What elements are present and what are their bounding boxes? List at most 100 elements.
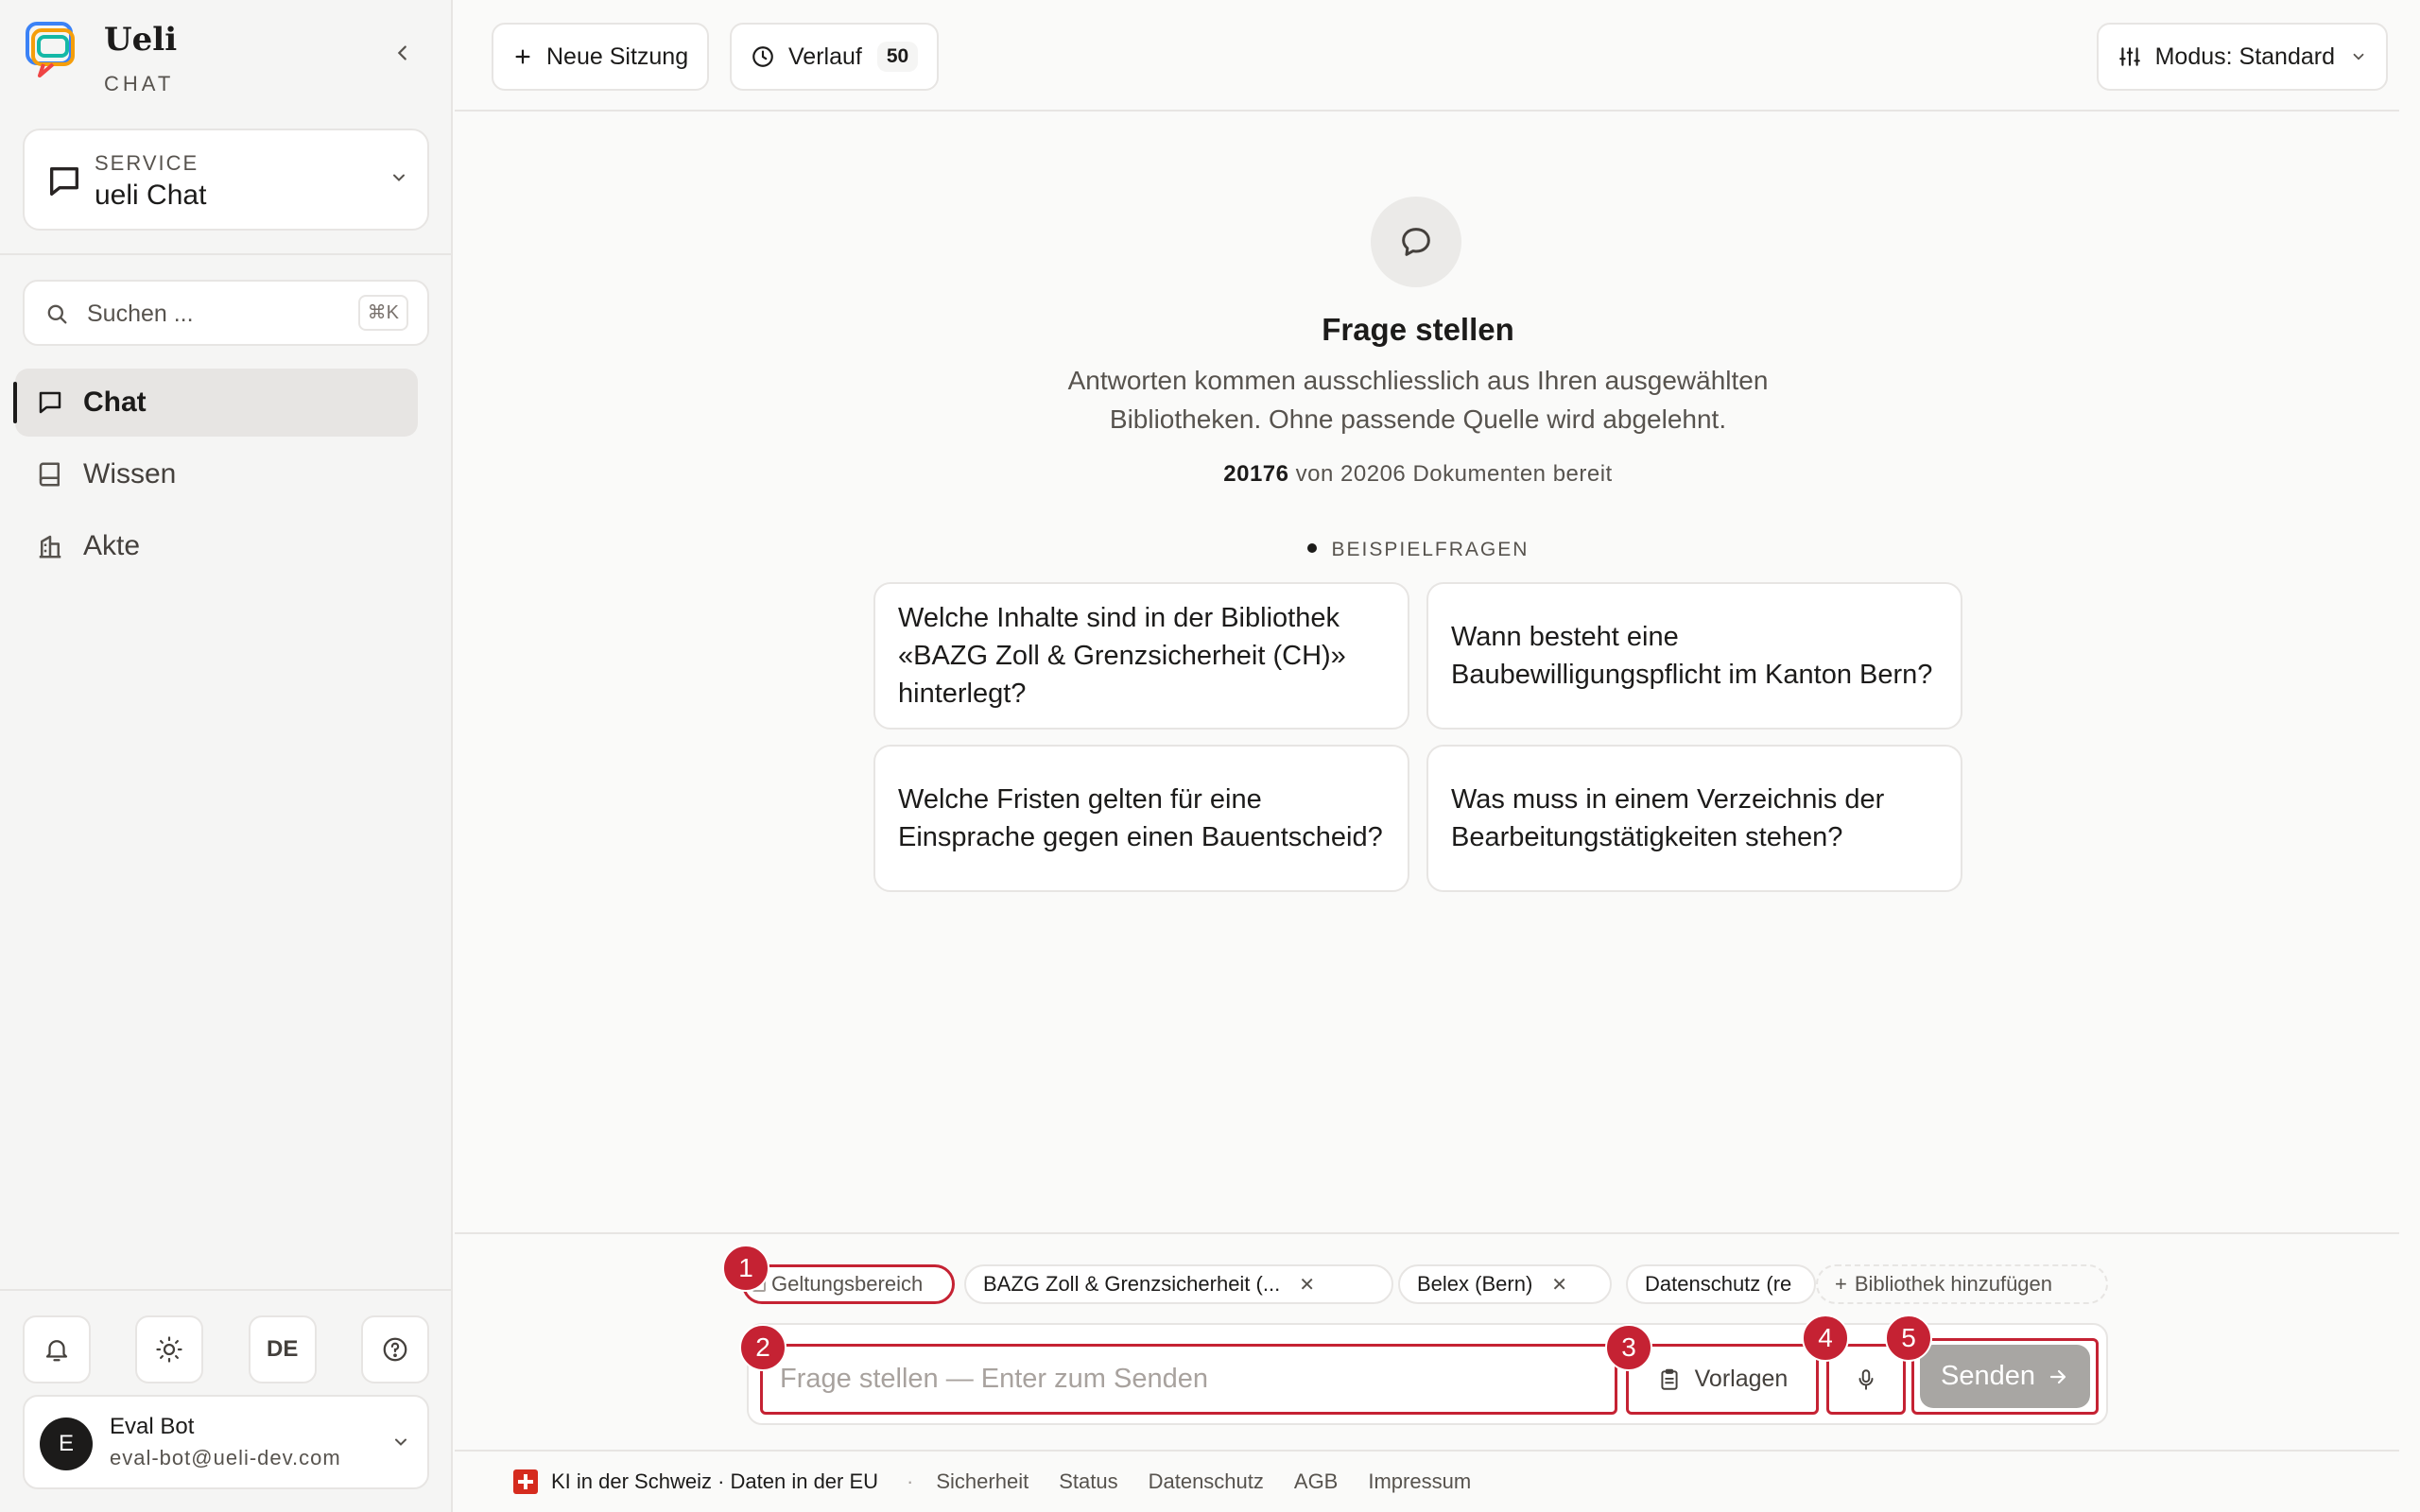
nav-item-label: Chat	[83, 387, 147, 418]
clock-icon	[751, 44, 775, 69]
search-shortcut: ⌘K	[357, 295, 408, 331]
theme-toggle-button[interactable]	[135, 1315, 204, 1383]
library-chip[interactable]: Datenschutz (re	[1626, 1264, 1816, 1304]
nav-item-chat[interactable]: Chat	[13, 369, 418, 437]
templates-label: Vorlagen	[1694, 1366, 1789, 1392]
user-menu[interactable]: E Eval Bot eval-bot@ueli-dev.com	[23, 1395, 429, 1489]
templates-button[interactable]: Vorlagen	[1626, 1344, 1819, 1415]
chevron-down-icon	[393, 174, 405, 181]
example-questions: Welche Inhalte sind in der Bibliothek «B…	[873, 582, 1962, 892]
mode-selector[interactable]: Modus: Standard	[2096, 23, 2388, 91]
user-email: eval-bot@ueli-dev.com	[110, 1446, 341, 1469]
question-input[interactable]	[780, 1362, 1593, 1396]
sun-icon	[156, 1336, 182, 1363]
remove-library-icon[interactable]: ✕	[1299, 1273, 1315, 1297]
notifications-button[interactable]	[23, 1315, 91, 1383]
chat-bubble-icon	[1371, 197, 1461, 287]
history-count-badge: 50	[876, 42, 919, 72]
annotation-marker-1: 1	[722, 1245, 769, 1292]
library-chip-label: BAZG Zoll & Grenzsicherheit (...	[983, 1272, 1281, 1296]
scope-chip[interactable]: Geltungsbereich	[742, 1264, 955, 1304]
service-selector[interactable]: SERVICE ueli Chat	[23, 129, 429, 231]
bullet-dot	[1306, 543, 1317, 553]
data-location-note: KI in der Schweiz · Daten in der EU	[551, 1469, 879, 1493]
send-button-frame: Senden	[1911, 1338, 2099, 1415]
new-session-label: Neue Sitzung	[546, 43, 689, 70]
divider	[455, 1232, 2399, 1234]
document-ready-count: 20176 von 20206 Dokumenten bereit	[945, 461, 1891, 488]
history-button[interactable]: Verlauf 50	[730, 23, 940, 91]
divider	[455, 1450, 2399, 1452]
plus-icon	[512, 46, 533, 67]
sliders-icon	[2118, 44, 2142, 69]
library-chips: Geltungsbereich BAZG Zoll & Grenzsicherh…	[742, 1264, 2108, 1304]
library-chip[interactable]: BAZG Zoll & Grenzsicherheit (... ✕	[964, 1264, 1393, 1304]
add-library-label: Bibliothek hinzufügen	[1854, 1272, 2053, 1296]
question-field[interactable]	[760, 1344, 1617, 1415]
search-icon	[47, 304, 67, 324]
annotation-marker-5: 5	[1885, 1314, 1932, 1362]
chevron-down-icon	[2350, 48, 2367, 65]
ready-count-number: 20176	[1223, 461, 1289, 487]
bell-icon	[45, 1340, 68, 1362]
arrow-right-icon	[2047, 1366, 2069, 1388]
microphone-icon	[1858, 1368, 1874, 1390]
example-question-card[interactable]: Was muss in einem Verzeichnis der Bearbe…	[1426, 745, 1962, 892]
plus-icon: +	[1835, 1272, 1847, 1296]
swiss-flag-icon	[513, 1469, 538, 1494]
annotation-marker-4: 4	[1802, 1314, 1849, 1362]
language-button[interactable]: DE	[248, 1315, 317, 1383]
example-question-card[interactable]: Welche Inhalte sind in der Bibliothek «B…	[873, 582, 1409, 730]
service-value: ueli Chat	[95, 180, 207, 211]
separator: ·	[907, 1469, 914, 1493]
brand-subtitle: CHAT	[104, 72, 175, 95]
example-question-card[interactable]: Welche Fristen gelten für eine Einsprach…	[873, 745, 1409, 892]
user-name: Eval Bot	[110, 1414, 195, 1439]
nav-item-label: Akte	[83, 530, 141, 561]
scope-label: Geltungsbereich	[771, 1272, 924, 1296]
remove-library-icon[interactable]: ✕	[1551, 1273, 1567, 1297]
nav-item-label: Wissen	[83, 458, 177, 490]
collapse-sidebar-button[interactable]	[386, 36, 420, 70]
building-icon	[34, 530, 66, 562]
nav-item-wissen[interactable]: Wissen	[15, 440, 418, 508]
send-button[interactable]: Senden	[1920, 1345, 2090, 1408]
add-library-button[interactable]: + Bibliothek hinzufügen	[1816, 1264, 2108, 1304]
footer-link-sicherheit[interactable]: Sicherheit	[936, 1469, 1028, 1494]
scrollbar-track[interactable]	[2399, 0, 2420, 1512]
search-placeholder: Suchen ...	[87, 301, 194, 327]
brand-name: Ueli	[104, 21, 178, 59]
footer: KI in der Schweiz · Daten in der EU · Si…	[513, 1467, 1501, 1497]
mode-label: Modus: Standard	[2154, 43, 2335, 70]
footer-link-impressum[interactable]: Impressum	[1368, 1469, 1471, 1494]
service-label: SERVICE	[95, 151, 199, 175]
send-label: Senden	[1941, 1361, 2035, 1391]
new-session-button[interactable]: Neue Sitzung	[492, 23, 710, 91]
empty-state-description: Antworten kommen ausschliesslich aus Ihr…	[1067, 366, 1769, 434]
nav-item-akte[interactable]: Akte	[15, 512, 418, 580]
library-chip-label: Belex (Bern)	[1417, 1272, 1533, 1296]
avatar: E	[40, 1418, 93, 1470]
main-nav: Chat Wissen Akte	[13, 369, 418, 584]
library-chip[interactable]: Belex (Bern) ✕	[1398, 1264, 1612, 1304]
chevron-down-icon	[395, 1438, 406, 1446]
brand[interactable]: Ueli CHAT	[25, 21, 177, 96]
help-circle-icon	[383, 1337, 407, 1362]
divider	[0, 253, 453, 255]
help-button[interactable]	[360, 1315, 429, 1383]
annotation-marker-2: 2	[739, 1324, 786, 1371]
example-question-card[interactable]: Wann besteht eine Baubewilligungspflicht…	[1426, 582, 1962, 730]
chat-bubble-icon	[50, 167, 79, 196]
book-icon	[34, 458, 66, 490]
footer-link-agb[interactable]: AGB	[1294, 1469, 1338, 1494]
history-label: Verlauf	[788, 43, 862, 70]
examples-label: BEISPIELFRAGEN	[1331, 539, 1530, 560]
empty-state-title: Frage stellen	[1322, 312, 1514, 347]
footer-link-datenschutz[interactable]: Datenschutz	[1149, 1469, 1264, 1494]
divider	[0, 1289, 453, 1291]
sidebar: Ueli CHAT SERVICE ueli Chat Suchen ... ⌘…	[0, 0, 453, 1512]
chevron-left-icon	[397, 45, 406, 60]
search-input[interactable]: Suchen ... ⌘K	[23, 280, 429, 346]
footer-link-status[interactable]: Status	[1059, 1469, 1117, 1494]
annotation-marker-3: 3	[1605, 1324, 1652, 1371]
